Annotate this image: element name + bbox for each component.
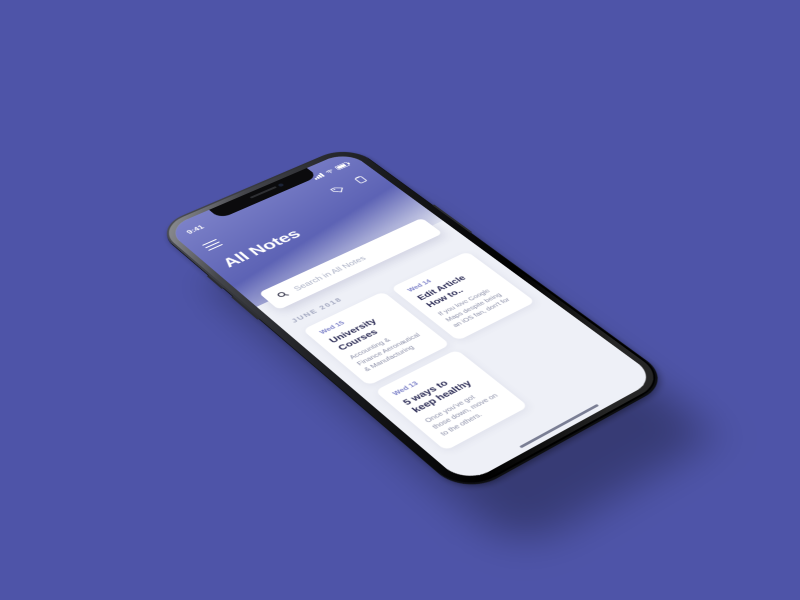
note-date: Wed 13 bbox=[391, 360, 460, 397]
search-icon bbox=[274, 289, 292, 300]
note-card[interactable]: Wed 15 University Courses Accounting & F… bbox=[302, 291, 450, 385]
note-title: University Courses bbox=[326, 308, 406, 353]
note-card[interactable]: Wed 13 5 ways to keep healthy Once you'v… bbox=[374, 349, 528, 450]
note-date: Wed 15 bbox=[318, 301, 386, 335]
battery-icon bbox=[334, 162, 350, 170]
note-excerpt: Once you've got those down, move on to t… bbox=[423, 385, 511, 438]
hamburger-menu-icon[interactable] bbox=[202, 239, 223, 251]
clipboard-icon[interactable] bbox=[351, 174, 372, 186]
status-time: 9:41 bbox=[185, 214, 229, 235]
note-excerpt: Accounting & Finance Aeronautical & Manu… bbox=[348, 325, 433, 374]
tag-icon[interactable] bbox=[328, 184, 349, 196]
note-title: 5 ways to keep healthy bbox=[400, 367, 482, 415]
wifi-icon bbox=[323, 168, 336, 176]
